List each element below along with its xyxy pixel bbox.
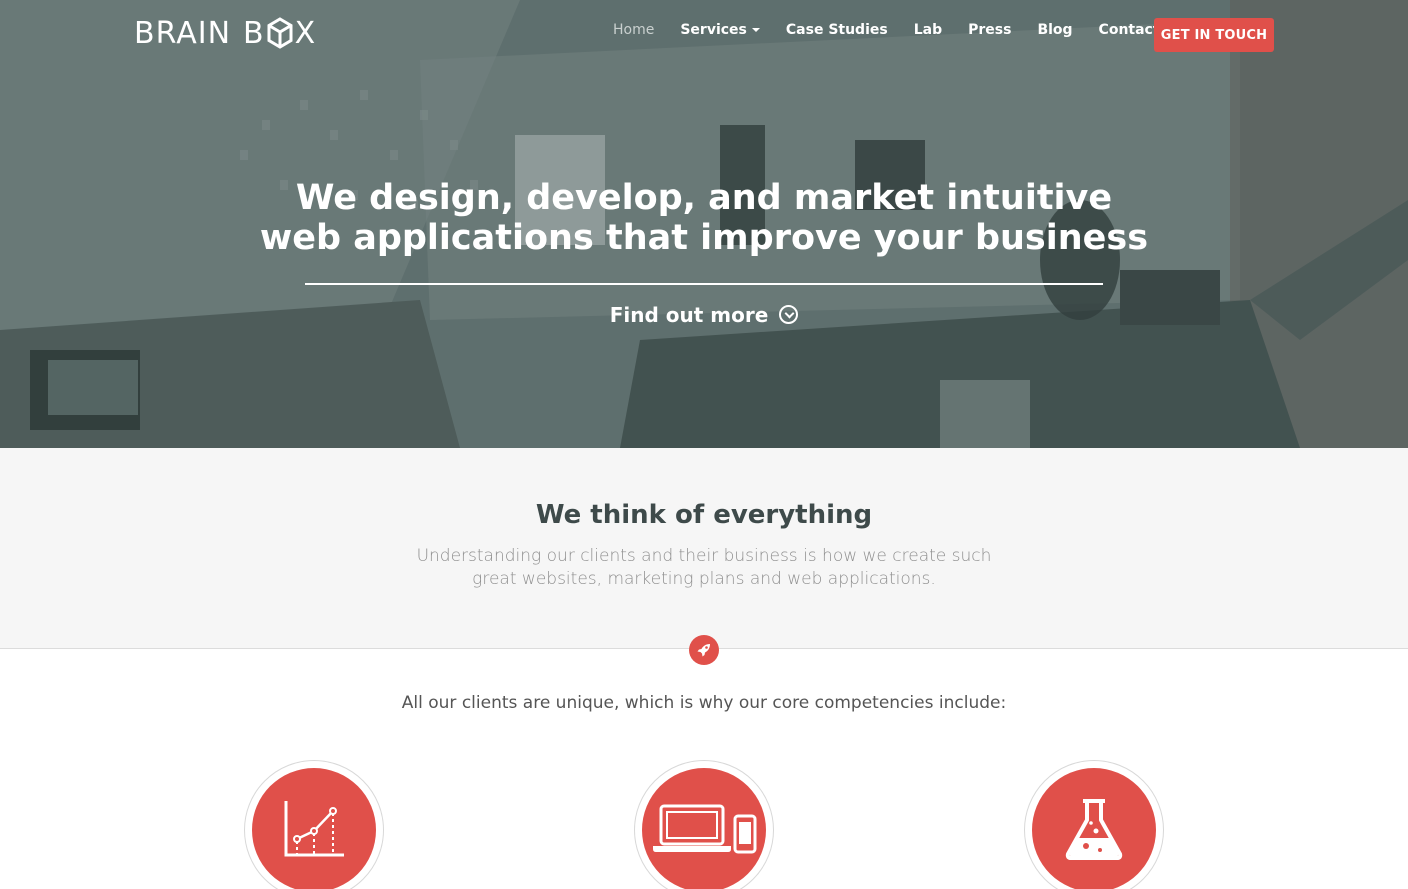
section-title: We think of everything [535,500,873,530]
flask-icon [1065,799,1123,860]
nav-item-home[interactable]: Home [613,22,654,38]
hero-section: BRAIN B X Home Services Case Studies Lab… [0,0,1408,448]
find-out-more-label: Find out more [609,303,769,327]
get-in-touch-button[interactable]: GET IN TOUCH [1154,18,1274,52]
top-navbar: BRAIN B X Home Services Case Studies Lab… [0,0,1408,70]
brand-name-left: BRAIN [134,15,232,51]
caret-down-icon [751,28,760,32]
brand-logo[interactable]: BRAIN B X [134,15,317,51]
cube-icon [267,17,293,49]
competency-development-badge [642,768,766,889]
competency-development[interactable] [634,760,774,889]
competency-marketing-badge [252,768,376,889]
think-section: We think of everything Understanding our… [0,448,1408,649]
nav-item-services-label: Services [680,22,747,38]
brand-name-right: B [243,15,265,51]
nav-item-lab[interactable]: Lab [914,22,942,38]
nav-menu: Home Services Case Studies Lab Press Blo… [613,22,1210,38]
competencies-intro: All our clients are unique, which is why… [401,693,1007,713]
competency-lab-badge [1032,768,1156,889]
brand-name-end: X [294,15,317,51]
hero-headline-line2: web applications that improve your busin… [259,218,1149,258]
nav-item-case-studies[interactable]: Case Studies [786,22,888,38]
find-out-more-link[interactable]: Find out more [560,303,848,327]
rocket-icon [689,635,719,665]
competency-lab[interactable] [1024,760,1164,889]
hero-headline-line1: We design, develop, and market intuitive [295,178,1113,218]
section-subtitle: Understanding our clients and their busi… [416,546,992,589]
line-chart-icon [284,801,344,857]
chevron-down-circle-icon [779,305,799,324]
nav-item-services[interactable]: Services [680,22,760,38]
nav-item-press[interactable]: Press [968,22,1011,38]
competency-marketing[interactable] [244,760,384,889]
hero-headline: We design, develop, and market intuitive… [254,178,1154,258]
laptop-phone-icon [653,804,757,854]
nav-item-blog[interactable]: Blog [1037,22,1072,38]
hero-divider [305,283,1103,285]
